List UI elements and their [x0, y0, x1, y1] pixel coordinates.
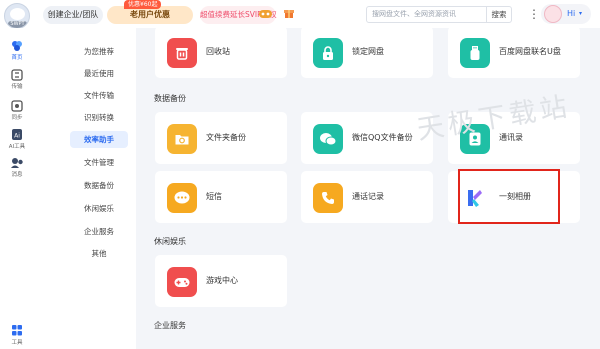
sidebar-item-efficiency[interactable]: 效率助手 — [70, 131, 128, 148]
section-title-backup: 数据备份 — [154, 94, 186, 103]
user-avatar[interactable]: SWPT — [4, 3, 30, 29]
ai-icon: Ai — [10, 129, 24, 141]
sidebar-item-recent[interactable]: 最近使用 — [70, 65, 128, 82]
avatar-face — [10, 8, 25, 20]
gamepad-gift-icon[interactable] — [259, 9, 272, 22]
rail-item-ai[interactable]: Ai AI工具 — [0, 129, 34, 150]
assistant-button[interactable]: Hi ▾ — [541, 4, 591, 24]
rail-label: 消息 — [11, 172, 23, 178]
rail-item-transfer[interactable]: 传输 — [0, 69, 34, 90]
card-label: 百度网盘联名U盘 — [499, 47, 561, 56]
sidebar-item-convert[interactable]: 识别转换 — [70, 109, 128, 126]
card-lock-drive[interactable]: 锁定网盘 — [301, 26, 433, 78]
flower-icon — [10, 40, 24, 52]
section-title-leisure: 休闲娱乐 — [154, 237, 186, 246]
gamepad-icon — [167, 267, 197, 297]
transfer-icon — [10, 69, 24, 81]
sync-icon — [10, 100, 24, 112]
usb-icon — [460, 38, 490, 68]
rail-item-message[interactable]: 消息 — [0, 157, 34, 178]
rail-item-home[interactable]: 首页 — [0, 40, 34, 61]
gift-box-icon[interactable] — [284, 8, 294, 21]
card-usb-drive[interactable]: 百度网盘联名U盘 — [448, 26, 580, 78]
sidebar-item-recommend[interactable]: 为您推荐 — [70, 43, 128, 60]
rail-label: 传输 — [11, 84, 23, 90]
card-label: 游戏中心 — [206, 276, 238, 285]
card-recycle-bin[interactable]: 回收站 — [155, 26, 287, 78]
rail-label: AI工具 — [8, 144, 26, 150]
sidebar-item-leisure[interactable]: 休闲娱乐 — [70, 200, 128, 217]
card-label: 文件夹备份 — [206, 133, 246, 142]
card-call-log[interactable]: 通话记录 — [301, 171, 433, 223]
sidebar-item-file-manage[interactable]: 文件管理 — [70, 154, 128, 171]
search-input[interactable]: 搜网盘文件、全网资源资讯 — [372, 7, 456, 22]
folder-sync-icon — [167, 124, 197, 154]
greeting-text: Hi — [567, 9, 576, 18]
chevron-down-icon[interactable]: ▾ — [579, 4, 582, 24]
search-box[interactable]: 搜网盘文件、全网资源资讯 搜索 — [366, 6, 512, 23]
sidebar-item-other[interactable]: 其他 — [70, 245, 128, 262]
rail-item-sync[interactable]: 同步 — [0, 100, 34, 121]
icon-rail: 首页 传输 同步 Ai AI工具 消息 工具 — [0, 28, 34, 349]
section-title-enterprise: 企业服务 — [154, 321, 186, 330]
phone-icon — [313, 183, 343, 213]
sidebar-item-transfer[interactable]: 文件传输 — [70, 87, 128, 104]
category-sidebar: 为您推荐 最近使用 文件传输 识别转换 效率助手 文件管理 数据备份 休闲娱乐 … — [34, 28, 136, 349]
sms-icon — [167, 183, 197, 213]
highlight-box — [458, 169, 560, 224]
search-button[interactable]: 搜索 — [486, 7, 511, 22]
card-label: 回收站 — [206, 47, 230, 56]
card-folder-backup[interactable]: 文件夹备份 — [155, 112, 287, 164]
trash-icon — [167, 38, 197, 68]
promo-badge: 优惠¥60起 — [124, 0, 162, 9]
pet-avatar-icon — [544, 5, 562, 23]
card-label: 锁定网盘 — [352, 47, 384, 56]
card-label: 短信 — [206, 192, 222, 201]
lock-icon — [313, 38, 343, 68]
message-icon — [10, 157, 24, 169]
rail-label: 工具 — [11, 340, 23, 346]
create-team-button[interactable]: 创建企业/团队 — [43, 6, 103, 24]
more-icon[interactable]: ⋮ — [528, 5, 540, 23]
top-bar: SWPT 创建企业/团队 老用户优惠 优惠¥60起 超值续费延长SVIP特权 搜… — [0, 0, 600, 29]
card-sms[interactable]: 短信 — [155, 171, 287, 223]
card-game-center[interactable]: 游戏中心 — [155, 255, 287, 307]
chat-bubbles-icon — [313, 124, 343, 154]
rail-label: 首页 — [11, 55, 23, 61]
sidebar-item-enterprise[interactable]: 企业服务 — [70, 223, 128, 240]
card-label: 微信QQ文件备份 — [352, 133, 413, 142]
rail-label: 同步 — [11, 115, 23, 121]
card-label: 通话记录 — [352, 192, 384, 201]
svg-text:Ai: Ai — [14, 133, 20, 140]
rail-item-tools[interactable]: 工具 — [0, 325, 34, 346]
avatar-tag: SWPT — [8, 21, 27, 28]
grid-apps-icon — [10, 325, 24, 337]
sidebar-item-backup[interactable]: 数据备份 — [70, 177, 128, 194]
card-wechat-qq-backup[interactable]: 微信QQ文件备份 — [301, 112, 433, 164]
